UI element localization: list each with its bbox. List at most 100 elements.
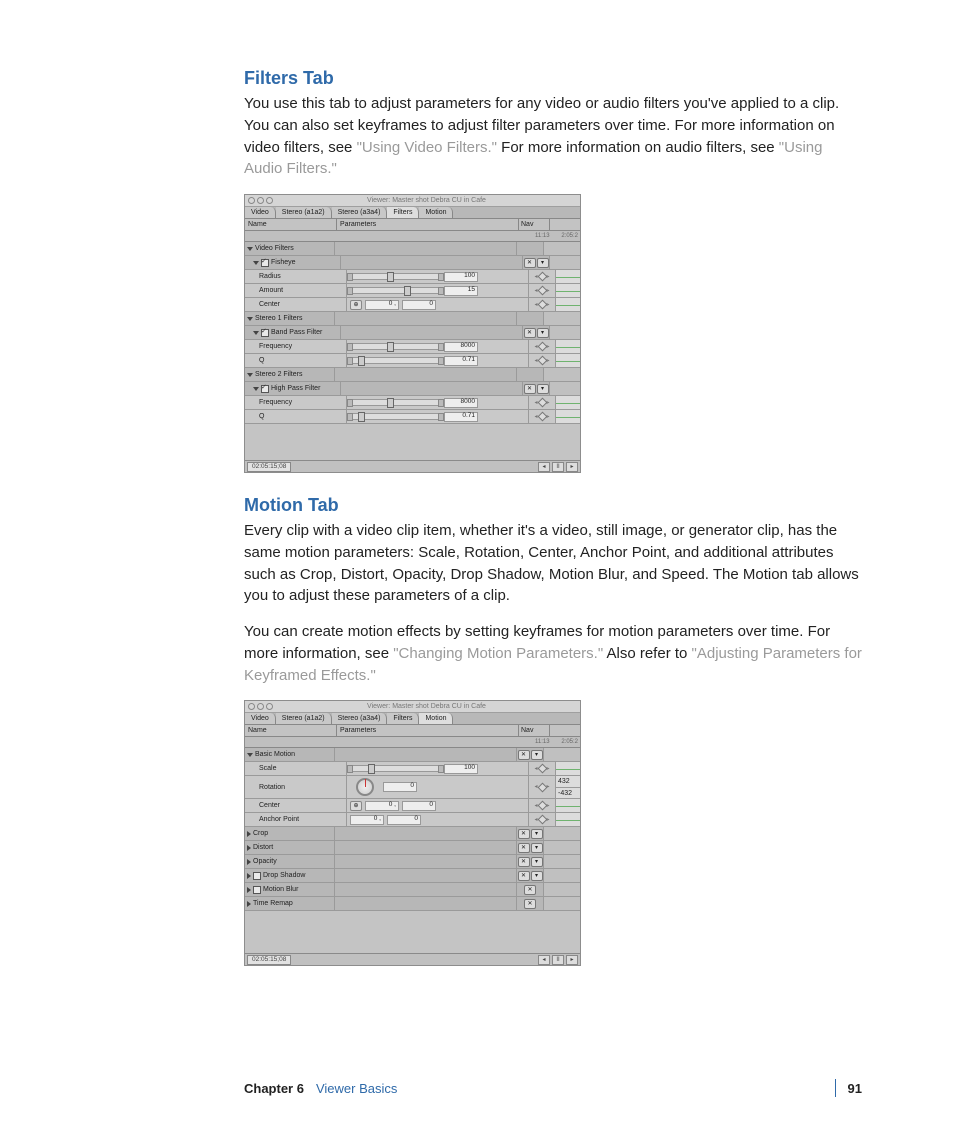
basic-motion-header-row[interactable]: Basic Motion✕▾ <box>245 748 580 762</box>
add-keyframe-button[interactable] <box>537 356 547 366</box>
slider-thumb[interactable] <box>387 398 394 408</box>
rotation-dial[interactable] <box>356 778 374 796</box>
timeline-cell[interactable]: 432-432 <box>556 776 580 798</box>
value-slider[interactable] <box>352 273 439 280</box>
slider-thumb[interactable] <box>404 286 411 296</box>
field-display-button[interactable]: II <box>552 462 564 472</box>
timeline-cell[interactable] <box>556 762 580 775</box>
collapsed-group-row[interactable]: Opacity✕▾ <box>245 855 580 869</box>
value-slider[interactable] <box>352 287 439 294</box>
value-field[interactable]: 0.71 <box>444 356 478 366</box>
add-keyframe-button[interactable] <box>537 782 547 792</box>
timeline-cell[interactable] <box>556 410 580 423</box>
tab-filters[interactable]: Filters <box>387 713 419 724</box>
disclosure-triangle-icon[interactable] <box>247 845 251 851</box>
center-crosshair-button[interactable]: ⊕ <box>350 300 362 310</box>
tab-video[interactable]: Video <box>245 713 276 724</box>
disclosure-triangle-icon[interactable] <box>247 373 253 377</box>
filter-header-row[interactable]: Fisheye✕▾ <box>245 256 580 270</box>
timeline-cell[interactable] <box>556 298 580 311</box>
filter-menu-button[interactable]: ▾ <box>531 829 543 839</box>
add-keyframe-button[interactable] <box>537 764 547 774</box>
disclosure-triangle-icon[interactable] <box>247 247 253 251</box>
disclosure-triangle-icon[interactable] <box>247 753 253 757</box>
close-window-icon[interactable] <box>248 197 255 204</box>
filter-menu-button[interactable]: ▾ <box>531 857 543 867</box>
timeline-cell[interactable] <box>556 354 580 367</box>
slider-thumb[interactable] <box>387 272 394 282</box>
slider-thumb[interactable] <box>358 412 365 422</box>
filter-menu-button[interactable]: ▾ <box>537 384 549 394</box>
collapsed-group-row[interactable]: Crop✕▾ <box>245 827 580 841</box>
timeline-cell[interactable] <box>544 748 580 761</box>
timeline-cell[interactable] <box>544 897 580 910</box>
collapsed-group-row[interactable]: Drop Shadow✕▾ <box>245 869 580 883</box>
reset-button[interactable]: ✕ <box>518 843 530 853</box>
minimize-window-icon[interactable] <box>257 197 264 204</box>
filter-enable-checkbox[interactable] <box>261 259 269 267</box>
prev-edit-button[interactable]: ◂ <box>538 462 550 472</box>
slider-thumb[interactable] <box>368 764 375 774</box>
using-video-filters-link[interactable]: "Using Video Filters." <box>357 139 497 156</box>
reset-button[interactable]: ✕ <box>524 885 536 895</box>
tab-video[interactable]: Video <box>245 207 276 218</box>
group-header-row[interactable]: Video Filters <box>245 242 580 256</box>
value-slider[interactable] <box>352 413 439 420</box>
disclosure-triangle-icon[interactable] <box>247 901 251 907</box>
reset-button[interactable]: ✕ <box>518 857 530 867</box>
timeline-cell[interactable] <box>556 396 580 409</box>
reset-button[interactable]: ✕ <box>524 384 536 394</box>
timeline-cell[interactable] <box>544 827 580 840</box>
timecode-field[interactable]: 02:05:15;08 <box>247 462 291 472</box>
value-field[interactable]: 8000 <box>444 342 478 352</box>
window-titlebar[interactable]: Viewer: Master shot Debra CU in Cafe <box>245 195 580 207</box>
value-field[interactable]: 0 , <box>365 801 399 811</box>
timeline-cell[interactable] <box>550 382 580 395</box>
filter-enable-checkbox[interactable] <box>261 329 269 337</box>
next-edit-button[interactable]: ▸ <box>566 955 578 965</box>
value-field[interactable]: 0.71 <box>444 412 478 422</box>
timeline-cell[interactable] <box>544 368 580 381</box>
value-slider[interactable] <box>352 399 439 406</box>
filter-header-row[interactable]: Band Pass Filter✕▾ <box>245 326 580 340</box>
timecode-field[interactable]: 02:05:15;08 <box>247 955 291 965</box>
timeline-cell[interactable] <box>544 242 580 255</box>
zoom-window-icon[interactable] <box>266 197 273 204</box>
add-keyframe-button[interactable] <box>537 398 547 408</box>
group-header-row[interactable]: Stereo 2 Filters <box>245 368 580 382</box>
tab-stereo-a1a2-[interactable]: Stereo (a1a2) <box>276 207 332 218</box>
tab-motion[interactable]: Motion <box>419 713 453 724</box>
reset-button[interactable]: ✕ <box>518 829 530 839</box>
timeline-ruler[interactable]: 11:132:05:2 <box>245 231 580 242</box>
disclosure-triangle-icon[interactable] <box>253 261 259 265</box>
add-keyframe-button[interactable] <box>537 801 547 811</box>
timeline-cell[interactable] <box>556 340 580 353</box>
timeline-cell[interactable] <box>544 883 580 896</box>
value-slider[interactable] <box>352 357 439 364</box>
collapsed-group-row[interactable]: Distort✕▾ <box>245 841 580 855</box>
add-keyframe-button[interactable] <box>537 342 547 352</box>
add-keyframe-button[interactable] <box>537 815 547 825</box>
add-keyframe-button[interactable] <box>537 286 547 296</box>
changing-motion-params-link[interactable]: "Changing Motion Parameters." <box>393 645 603 662</box>
close-window-icon[interactable] <box>248 703 255 710</box>
slider-thumb[interactable] <box>387 342 394 352</box>
filter-enable-checkbox[interactable] <box>261 385 269 393</box>
prev-edit-button[interactable]: ◂ <box>538 955 550 965</box>
disclosure-triangle-icon[interactable] <box>247 831 251 837</box>
add-keyframe-button[interactable] <box>537 272 547 282</box>
timeline-cell[interactable] <box>556 270 580 283</box>
minimize-window-icon[interactable] <box>257 703 264 710</box>
timeline-cell[interactable] <box>550 326 580 339</box>
value-slider[interactable] <box>352 343 439 350</box>
disclosure-triangle-icon[interactable] <box>247 317 253 321</box>
window-titlebar[interactable]: Viewer: Master shot Debra CU in Cafe <box>245 701 580 713</box>
effect-enable-checkbox[interactable] <box>253 872 261 880</box>
value-slider[interactable] <box>352 765 439 772</box>
value-field[interactable]: 100 <box>444 764 478 774</box>
reset-button[interactable]: ✕ <box>524 899 536 909</box>
value-field[interactable]: 0 <box>402 300 436 310</box>
filter-menu-button[interactable]: ▾ <box>531 843 543 853</box>
collapsed-group-row[interactable]: Time Remap✕ <box>245 897 580 911</box>
filter-menu-button[interactable]: ▾ <box>537 328 549 338</box>
